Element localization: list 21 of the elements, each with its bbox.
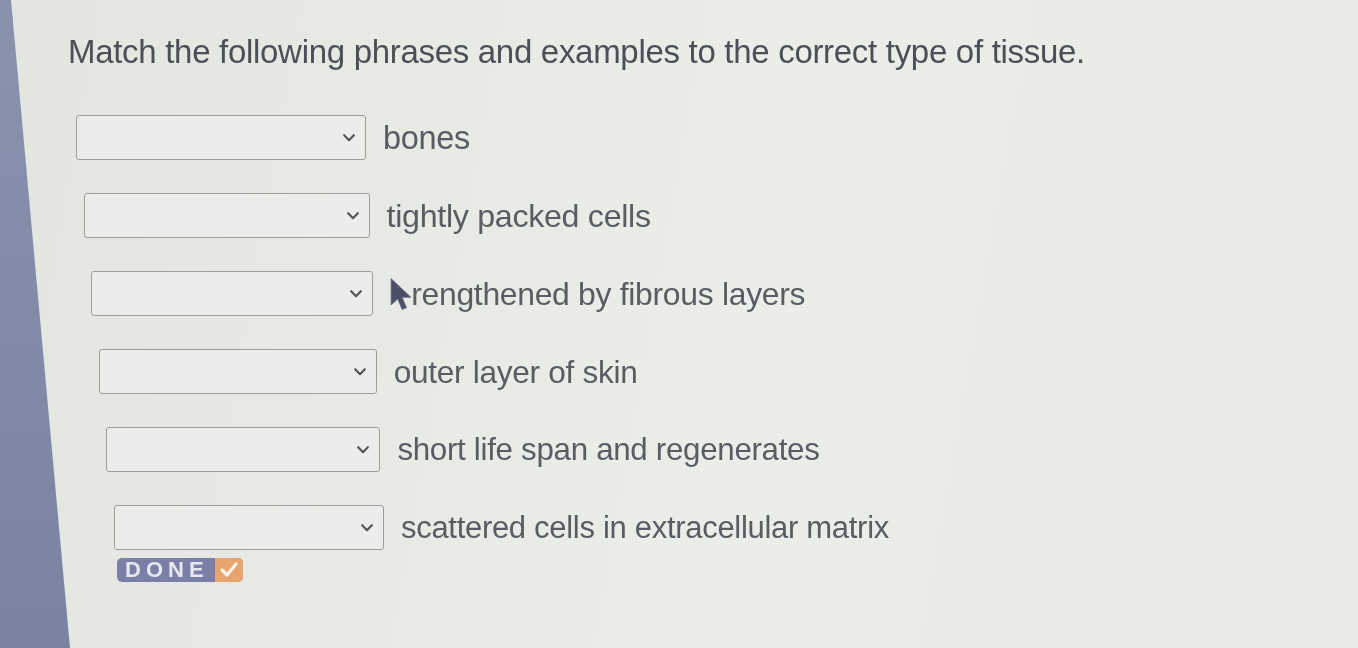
phrase-label: tightly packed cells bbox=[386, 196, 651, 235]
phrase-label: outer layer of skin bbox=[393, 352, 638, 391]
phrase-label: short life span and regenerates bbox=[397, 430, 820, 469]
chevron-down-icon bbox=[357, 445, 370, 454]
dropdown[interactable] bbox=[83, 193, 370, 238]
done-button[interactable]: DONE bbox=[117, 558, 243, 582]
dropdown[interactable] bbox=[106, 427, 381, 472]
chevron-down-icon bbox=[346, 211, 359, 220]
chevron-down-icon bbox=[361, 523, 373, 532]
dropdown[interactable] bbox=[98, 349, 377, 394]
question-prompt: Match the following phrases and examples to the correct type of tissue. bbox=[68, 32, 1086, 72]
phrase-label: bones bbox=[383, 118, 471, 157]
phrase-label: rengthened by fibrous layers bbox=[411, 274, 806, 313]
dropdown[interactable] bbox=[91, 271, 374, 316]
phrase-label: scattered cells in extracellular matrix bbox=[401, 508, 889, 547]
chevron-down-icon bbox=[350, 289, 363, 298]
chevron-down-icon bbox=[353, 367, 366, 376]
dropdown[interactable] bbox=[76, 115, 366, 160]
check-icon bbox=[214, 558, 243, 582]
dropdown[interactable] bbox=[114, 505, 384, 550]
chevron-down-icon bbox=[343, 133, 355, 142]
